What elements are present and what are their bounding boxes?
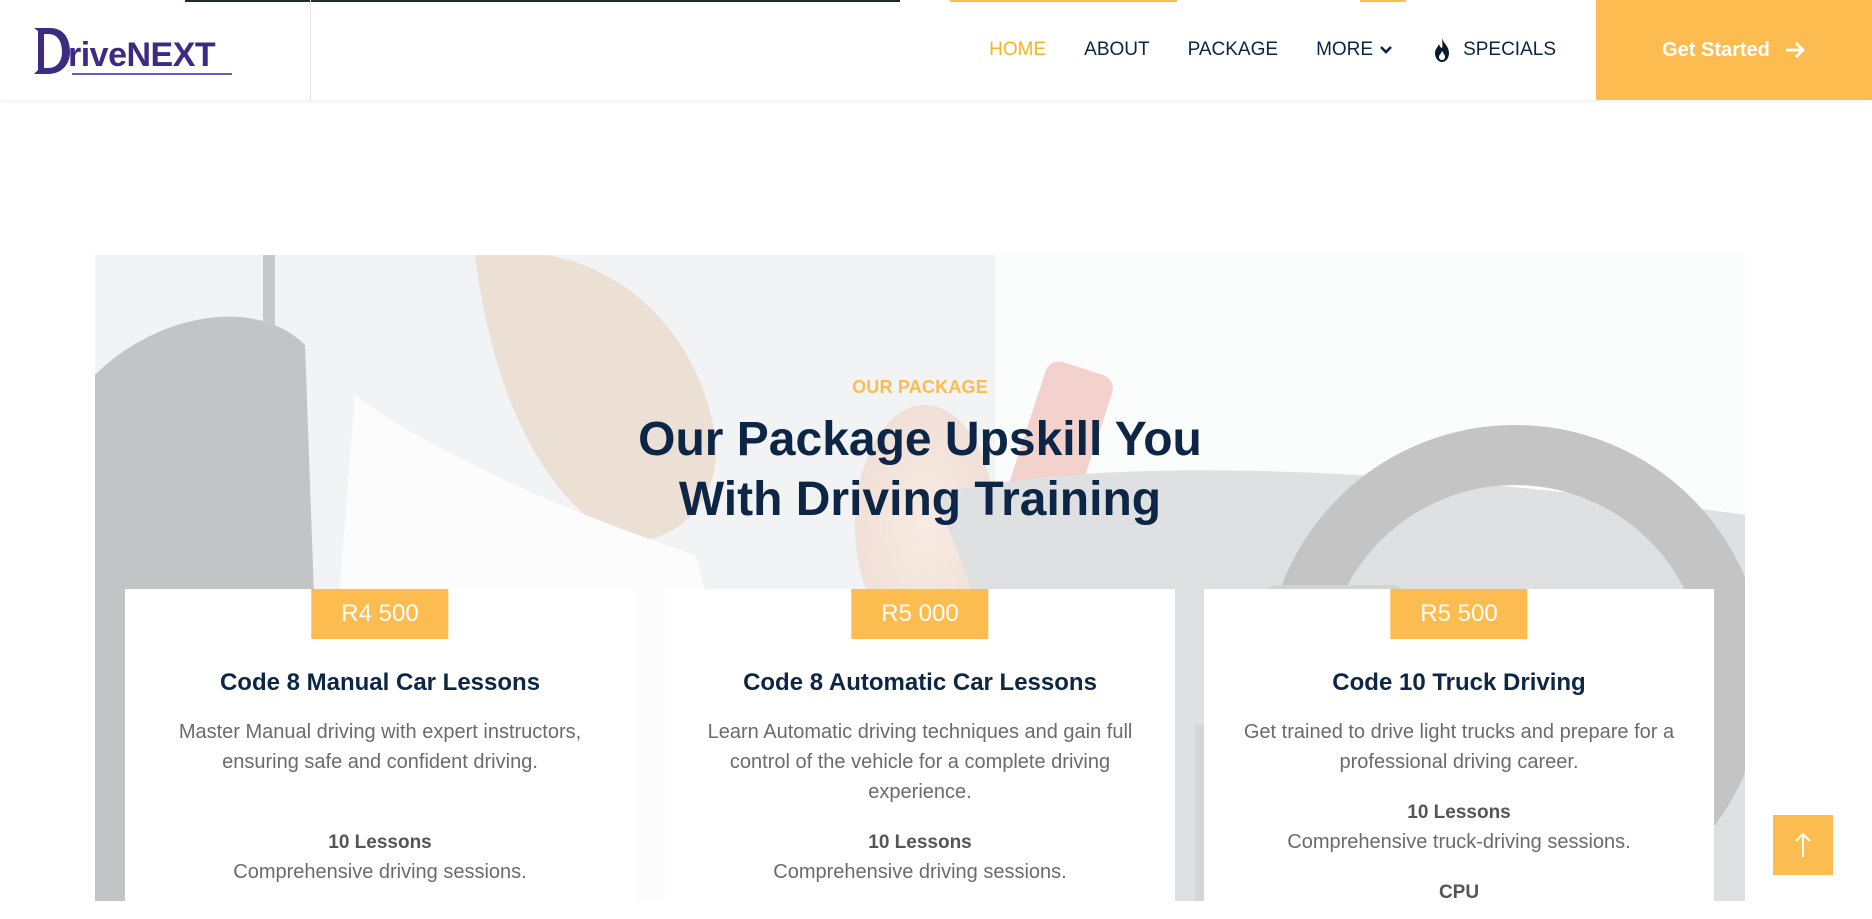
site-logo[interactable]: riveNEXT [30,22,235,80]
package-lessons: 10 Lessons [328,832,432,853]
arrow-right-icon [1785,42,1805,58]
nav-package[interactable]: PACKAGE [1188,39,1278,61]
get-started-button[interactable]: Get Started [1596,0,1872,100]
nav-more[interactable]: MORE [1316,39,1393,61]
logo-text: riveNEXT [68,36,216,74]
package-sessions: Comprehensive truck-driving sessions. [1287,831,1631,853]
package-sessions: Comprehensive driving sessions. [773,861,1067,883]
package-card-truck[interactable]: R5 500 Code 10 Truck Driving Get trained… [1204,589,1714,919]
package-description: Get trained to drive light trucks and pr… [1243,721,1675,773]
logo-underline [72,73,232,75]
package-lessons: 10 Lessons [1407,802,1511,823]
nav-specials[interactable]: SPECIALS [1431,37,1556,63]
section-eyebrow: OUR PACKAGE [852,377,988,397]
price-badge: R5 000 [851,589,989,639]
chevron-down-icon [1380,46,1392,54]
package-title: Code 8 Automatic Car Lessons [743,669,1097,696]
package-lessons: 10 Lessons [868,832,972,853]
headline-line-1: Our Package Upskill You [638,413,1202,466]
section-headline: Our Package Upskill You With Driving Tra… [95,410,1745,530]
package-card-manual[interactable]: R4 500 Code 8 Manual Car Lessons Master … [125,589,635,919]
headline-line-2: With Driving Training [678,473,1162,526]
package-title: Code 8 Manual Car Lessons [219,669,541,696]
site-header: riveNEXT HOME ABOUT PACKAGE MORE SPECIAL… [0,0,1872,100]
nav-about[interactable]: ABOUT [1084,39,1149,61]
logo-d-glyph [34,28,70,74]
package-description: Learn Automatic driving techniques and g… [707,721,1133,803]
package-sessions: Comprehensive driving sessions. [233,861,527,883]
price-badge: R4 500 [311,589,449,639]
scroll-to-top-button[interactable] [1773,815,1833,875]
fire-icon [1435,38,1450,62]
package-card-automatic[interactable]: R5 000 Code 8 Automatic Car Lessons Lear… [665,589,1175,919]
package-title: Code 10 Truck Driving [1332,669,1586,696]
logo-container: riveNEXT [0,0,311,100]
package-description: Master Manual driving with expert instru… [178,721,582,773]
main-nav: HOME ABOUT PACKAGE MORE SPECIALS [951,0,1556,100]
price-badge: R5 500 [1390,589,1528,639]
arrow-up-icon [1795,832,1811,857]
nav-home[interactable]: HOME [989,39,1046,61]
